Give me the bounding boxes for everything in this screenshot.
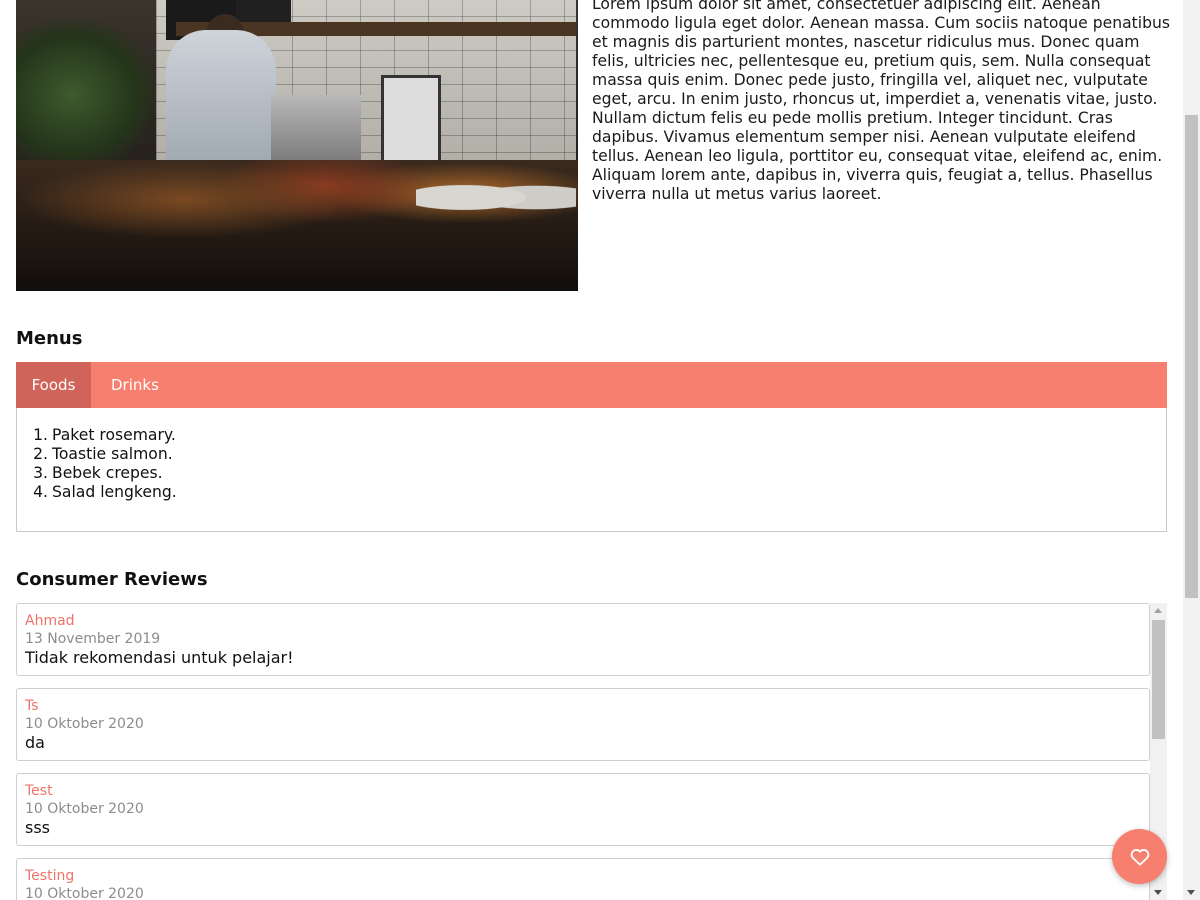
scroll-down-arrow-icon[interactable] <box>1154 890 1162 895</box>
review-date: 13 November 2019 <box>25 631 161 647</box>
foods-panel: 1. Paket rosemary. 2. Toastie salmon. 3. Be… <box>16 408 1167 532</box>
reviews-scrollbar-thumb[interactable] <box>1152 620 1165 739</box>
review-card: Ahmad 13 November 2019 Tidak rekomendasi… <box>16 603 1150 676</box>
restaurant-photo <box>16 0 578 291</box>
review-date: 10 Oktober 2020 <box>25 886 144 900</box>
food-name: Toastie salmon. <box>52 445 173 463</box>
list-item: 1. Paket rosemary. <box>33 426 176 444</box>
menu-tabs: Foods Drinks <box>16 362 1167 408</box>
list-item: 3. Bebek crepes. <box>33 464 163 482</box>
page-scrollbar-thumb[interactable] <box>1185 115 1198 598</box>
review-text: sss <box>25 818 51 837</box>
reviewer-name: Testing <box>25 868 75 884</box>
review-text: Tidak rekomendasi untuk pelajar! <box>25 648 294 667</box>
review-date: 10 Oktober 2020 <box>25 716 144 732</box>
restaurant-detail-page: Lorem ipsum dolor sit amet, consectetuer… <box>0 0 1183 900</box>
review-card: Test 10 Oktober 2020 sss <box>16 773 1150 846</box>
page-scroll-down-arrow-icon[interactable] <box>1187 890 1195 895</box>
review-card: Ts 10 Oktober 2020 da <box>16 688 1150 761</box>
scroll-up-arrow-icon[interactable] <box>1154 608 1162 613</box>
reviewer-name: Ts <box>25 698 39 714</box>
list-item: 4. Salad lengkeng. <box>33 483 177 501</box>
heart-icon <box>1130 848 1149 866</box>
favorite-button[interactable] <box>1112 829 1167 884</box>
reviewer-name: Test <box>25 783 53 799</box>
foods-list: 1. Paket rosemary. 2. Toastie salmon. 3. Be… <box>31 426 1166 502</box>
restaurant-description: Lorem ipsum dolor sit amet, consectetuer… <box>592 0 1171 203</box>
tab-drinks[interactable]: Drinks <box>91 362 175 408</box>
reviews-list[interactable]: Ahmad 13 November 2019 Tidak rekomendasi… <box>16 603 1167 900</box>
food-name: Salad lengkeng. <box>52 483 177 501</box>
review-date: 10 Oktober 2020 <box>25 801 144 817</box>
food-name: Bebek crepes. <box>52 464 163 482</box>
list-item: 2. Toastie salmon. <box>33 445 173 463</box>
menus-heading: Menus <box>16 328 83 349</box>
review-text: da <box>25 733 45 752</box>
reviews-heading: Consumer Reviews <box>16 569 208 590</box>
page-scrollbar[interactable] <box>1183 0 1200 900</box>
review-card: Testing 10 Oktober 2020 <box>16 858 1150 900</box>
food-name: Paket rosemary. <box>52 426 176 444</box>
tab-foods[interactable]: Foods <box>16 362 91 408</box>
reviewer-name: Ahmad <box>25 613 75 629</box>
